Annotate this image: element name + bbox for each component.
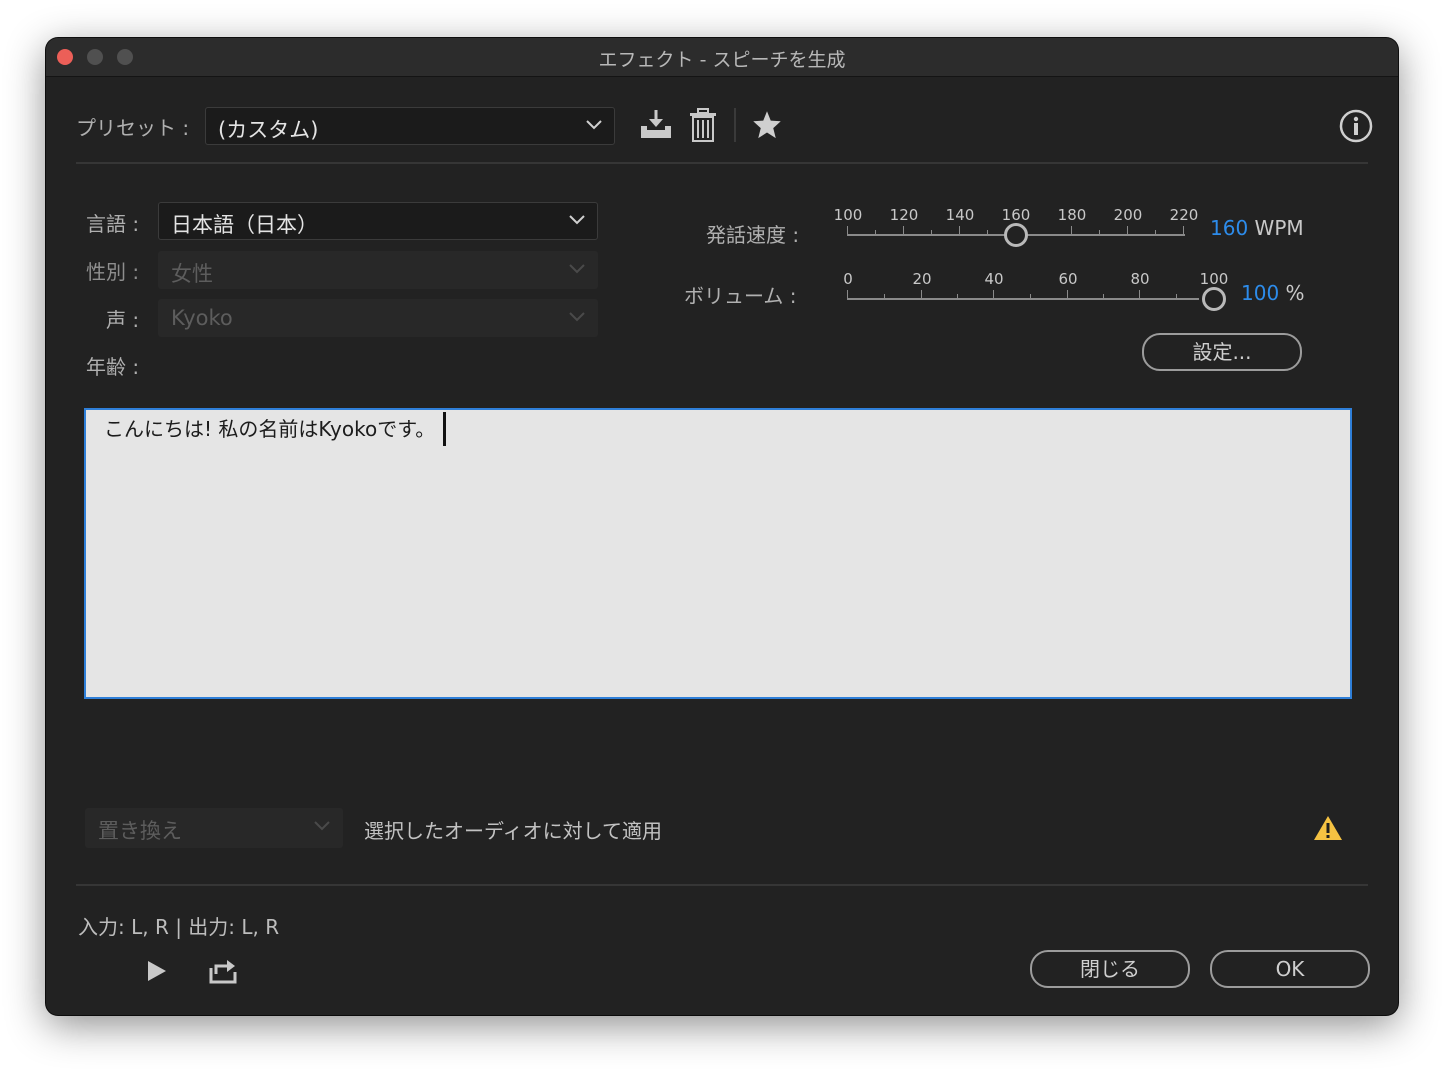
volume-scale-label: 80 xyxy=(1130,270,1150,288)
gender-dropdown[interactable]: 女性 xyxy=(158,251,598,289)
volume-slider-track[interactable] xyxy=(847,298,1199,300)
language-dropdown[interactable]: 日本語（日本） xyxy=(158,202,598,240)
ok-button[interactable]: OK xyxy=(1210,950,1370,988)
gender-label: 性別 : xyxy=(86,260,140,284)
speed-scale-label: 220 xyxy=(1169,206,1199,224)
speed-value-display[interactable]: 160 WPM xyxy=(1210,216,1304,240)
loop-export-icon[interactable] xyxy=(208,958,238,984)
info-icon[interactable] xyxy=(1339,109,1373,143)
speed-slider-knob[interactable] xyxy=(1004,223,1028,247)
speed-scale-label: 180 xyxy=(1057,206,1087,224)
speed-scale-label: 200 xyxy=(1113,206,1143,224)
trash-icon[interactable] xyxy=(689,108,717,142)
speed-scale-label: 120 xyxy=(889,206,919,224)
age-label: 年齢 : xyxy=(86,355,140,379)
speed-scale-label: 140 xyxy=(945,206,975,224)
preset-value: (カスタム) xyxy=(218,118,319,142)
save-preset-icon[interactable] xyxy=(639,108,673,140)
volume-scale-label: 0 xyxy=(843,270,853,288)
voice-label: 声 : xyxy=(106,308,140,332)
star-icon[interactable] xyxy=(752,110,782,140)
preset-label: プリセット : xyxy=(76,116,190,140)
apply-mode-dropdown[interactable]: 置き換え xyxy=(85,808,343,848)
apply-mode-value: 置き換え xyxy=(98,819,182,843)
speed-scale-label: 100 xyxy=(833,206,863,224)
language-label: 言語 : xyxy=(86,212,140,236)
speech-text-input[interactable]: こんにちは! 私の名前はKyokoです。 xyxy=(84,408,1352,699)
warning-icon xyxy=(1314,816,1342,840)
play-icon[interactable] xyxy=(146,959,168,983)
speech-text-value: こんにちは! 私の名前はKyokoです。 xyxy=(104,417,436,441)
chevron-down-icon xyxy=(586,120,602,130)
window-title: エフェクト - スピーチを生成 xyxy=(598,49,846,71)
chevron-down-icon xyxy=(569,312,585,322)
volume-unit: % xyxy=(1285,281,1305,305)
apply-label: 選択したオーディオに対して適用 xyxy=(364,819,662,843)
chevron-down-icon xyxy=(569,215,585,225)
separator xyxy=(76,884,1368,886)
settings-button[interactable]: 設定... xyxy=(1142,333,1302,371)
voice-dropdown[interactable]: Kyoko xyxy=(158,299,598,337)
io-status: 入力: L, R | 出力: L, R xyxy=(78,915,280,939)
preset-dropdown[interactable]: (カスタム) xyxy=(205,107,615,145)
volume-scale-label: 20 xyxy=(912,270,932,288)
speed-label: 発話速度 : xyxy=(706,223,800,247)
volume-scale-label: 100 xyxy=(1199,270,1229,288)
dialog-window: エフェクト - スピーチを生成 プリセット : (カスタム) 言語 : 日本語（… xyxy=(46,38,1398,1015)
volume-value-display[interactable]: 100 % xyxy=(1241,281,1305,305)
close-button[interactable]: 閉じる xyxy=(1030,950,1190,988)
speed-scale-label: 160 xyxy=(1001,206,1031,224)
speed-value[interactable]: 160 xyxy=(1210,216,1248,240)
separator xyxy=(76,162,1368,164)
gender-value: 女性 xyxy=(171,262,213,286)
language-value: 日本語（日本） xyxy=(171,213,318,237)
text-caret xyxy=(443,412,447,446)
volume-label: ボリューム : xyxy=(684,284,797,308)
volume-scale-label: 60 xyxy=(1058,270,1078,288)
volume-slider-knob[interactable] xyxy=(1202,287,1226,311)
speed-unit: WPM xyxy=(1254,216,1304,240)
voice-value: Kyoko xyxy=(171,306,233,330)
chevron-down-icon xyxy=(569,264,585,274)
toolbar-divider xyxy=(734,108,736,142)
volume-value[interactable]: 100 xyxy=(1241,281,1279,305)
volume-scale-label: 40 xyxy=(984,270,1004,288)
chevron-down-icon xyxy=(314,821,330,831)
title-bar: エフェクト - スピーチを生成 xyxy=(46,38,1398,77)
